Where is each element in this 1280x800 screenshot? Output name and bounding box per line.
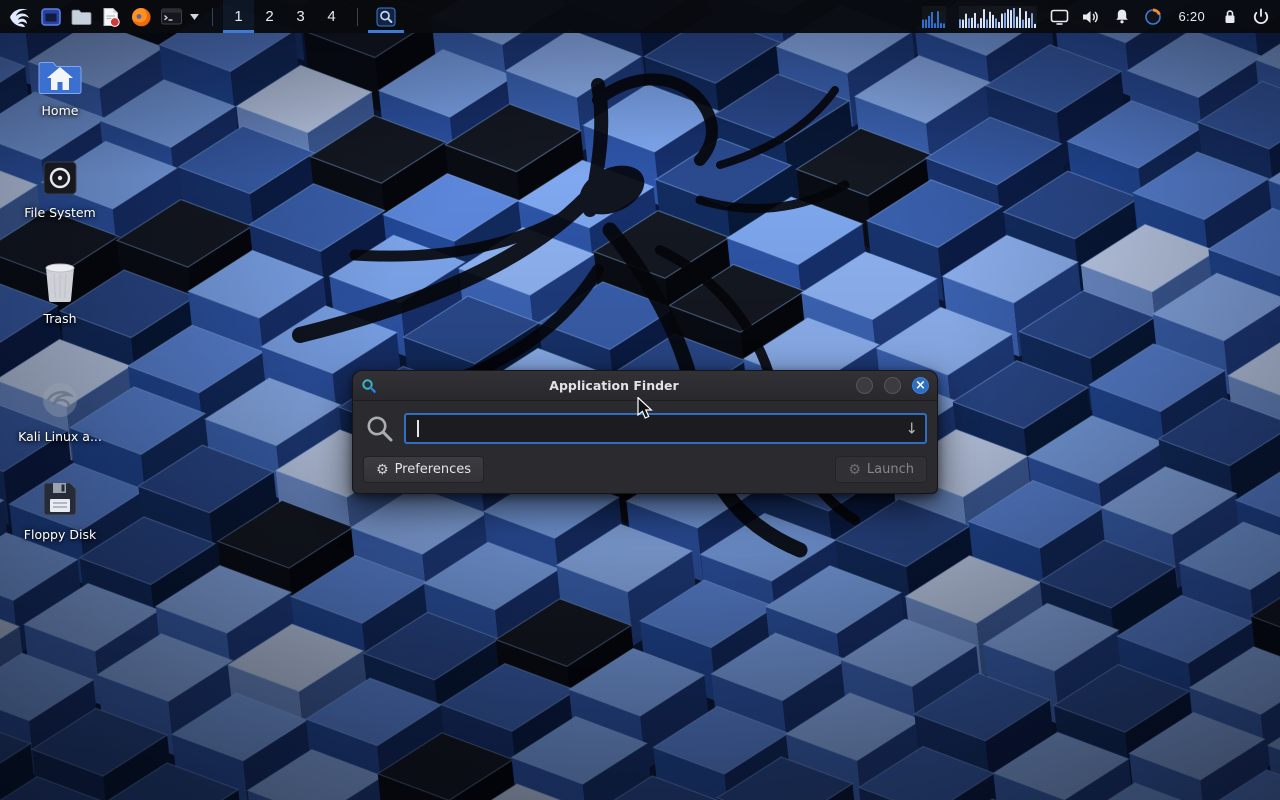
desktop-icon-file-system[interactable]: File System <box>12 158 108 220</box>
document-icon <box>100 6 122 28</box>
logout-button[interactable] <box>1252 8 1270 26</box>
kali-logo-icon <box>8 4 34 30</box>
launch-button[interactable]: ⚙ Launch <box>835 456 927 483</box>
network-graph[interactable] <box>959 6 1037 28</box>
window-titlebar[interactable]: Application Finder × <box>353 371 937 401</box>
search-icon <box>376 7 396 27</box>
bell-icon <box>1113 8 1131 25</box>
workspace-switcher: 1 2 3 4 <box>223 0 347 33</box>
launcher-terminal-button[interactable] <box>156 0 186 33</box>
launcher-firefox-button[interactable] <box>126 0 156 33</box>
desktop-icon-label: Floppy Disk <box>24 527 96 542</box>
close-icon: × <box>915 379 926 392</box>
action-row: ⚙ Preferences ⚙ Launch <box>353 448 937 493</box>
applications-menu-button[interactable] <box>6 0 36 33</box>
display-settings-button[interactable] <box>1050 8 1069 26</box>
panel-separator <box>212 8 213 26</box>
system-status-button[interactable] <box>1144 8 1162 26</box>
desktop-icon-label: Kali Linux a... <box>18 429 102 444</box>
folder-icon <box>70 5 93 28</box>
launcher-text-editor-button[interactable] <box>96 0 126 33</box>
chevron-down-icon <box>190 14 199 20</box>
preferences-label: Preferences <box>395 462 471 477</box>
desktop-icon-trash[interactable]: Trash <box>12 260 108 326</box>
launch-icon: ⚙ <box>848 463 861 477</box>
volume-button[interactable] <box>1082 8 1100 26</box>
workspace-2-button[interactable]: 2 <box>254 0 285 33</box>
maximize-button[interactable] <box>884 377 901 394</box>
minimize-button[interactable] <box>856 377 873 394</box>
desktop-icon-floppy-disk[interactable]: Floppy Disk <box>12 478 108 542</box>
application-finder-window: Application Finder × ↓ ⚙ Preferences ⚙ L… <box>352 370 938 494</box>
window-title: Application Finder <box>383 378 845 393</box>
lock-screen-button[interactable] <box>1221 8 1239 25</box>
workspace-4-button[interactable]: 4 <box>316 0 347 33</box>
app-window-icon <box>40 6 62 28</box>
search-row: ↓ <box>353 401 937 448</box>
clock[interactable]: 6:20 <box>1175 9 1208 24</box>
launcher-file-manager-button[interactable] <box>66 0 96 33</box>
top-panel: 1 2 3 4 <box>0 0 1280 33</box>
application-finder-icon <box>361 378 377 394</box>
preferences-button[interactable]: ⚙ Preferences <box>363 456 484 483</box>
search-icon <box>365 414 395 444</box>
trash-icon <box>38 260 82 304</box>
power-icon <box>1252 8 1270 26</box>
red-badge-icon <box>110 17 119 26</box>
desktop-icon-label: Home <box>42 103 79 118</box>
taskbar-application-finder-button[interactable] <box>368 0 404 33</box>
search-input[interactable] <box>404 413 927 444</box>
panel-right-cluster: 6:20 <box>922 6 1274 28</box>
terminal-dropdown-button[interactable] <box>186 0 202 33</box>
workspace-3-button[interactable]: 3 <box>285 0 316 33</box>
kali-docs-icon <box>38 378 82 422</box>
text-caret <box>417 420 419 437</box>
firefox-icon <box>130 6 152 28</box>
launch-label: Launch <box>867 462 914 477</box>
close-button[interactable]: × <box>912 377 929 394</box>
gear-icon: ⚙ <box>376 463 389 477</box>
speaker-icon <box>1082 8 1100 26</box>
desktop-icon-label: Trash <box>43 311 76 326</box>
floppy-disk-icon <box>39 478 81 520</box>
cpu-graph[interactable] <box>922 6 946 28</box>
home-icon <box>36 56 84 96</box>
desktop-icon-kali-docs[interactable]: Kali Linux a... <box>12 378 108 444</box>
launcher-window-button[interactable] <box>36 0 66 33</box>
lock-icon <box>1221 8 1239 25</box>
notifications-button[interactable] <box>1113 8 1131 25</box>
terminal-icon <box>160 7 183 27</box>
desktop-icon-label: File System <box>24 205 96 220</box>
display-icon <box>1050 8 1069 26</box>
status-circle-icon <box>1144 8 1162 26</box>
panel-separator <box>357 8 358 26</box>
search-input-wrap: ↓ <box>404 413 927 444</box>
workspace-1-button[interactable]: 1 <box>223 0 254 33</box>
desktop-icon-home[interactable]: Home <box>12 56 108 118</box>
drive-icon <box>40 158 80 198</box>
dropdown-arrow-icon[interactable]: ↓ <box>905 419 918 437</box>
